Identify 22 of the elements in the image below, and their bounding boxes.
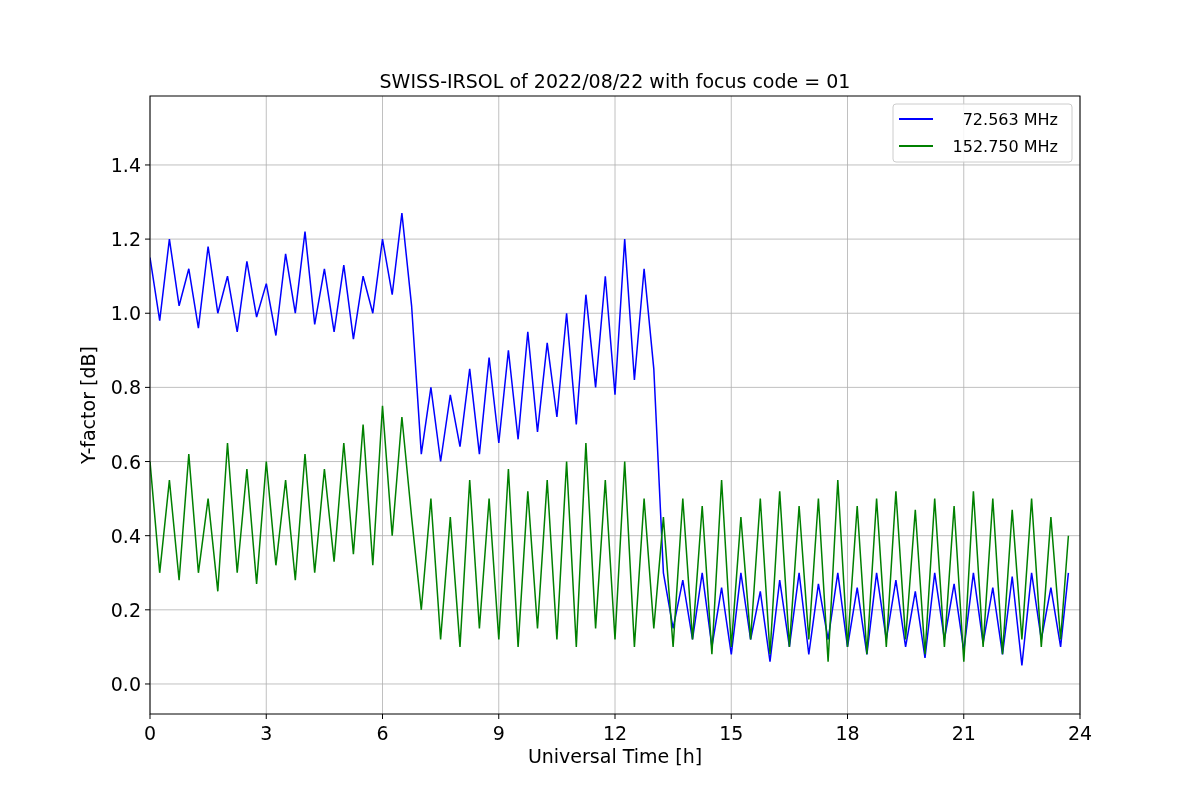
y-tick-label: 1.4 [110, 153, 141, 176]
y-tick-label: 0.6 [110, 450, 141, 473]
x-tick-label: 21 [951, 722, 976, 744]
y-tick-label: 0.4 [110, 524, 141, 547]
x-axis-label: Universal Time [h] [527, 745, 703, 767]
chart-title: SWISS-IRSOL of 2022/08/22 with focus code = 01 [379, 70, 851, 92]
y-axis-label: Y-factor [dB] [77, 346, 99, 464]
x-tick-label: 0 [143, 722, 157, 744]
x-tick-label: 6 [376, 722, 389, 744]
y-tick-label: 0.2 [110, 598, 141, 621]
x-tick-label: 9 [492, 722, 505, 744]
y-tick-label: 0.8 [110, 376, 141, 399]
y-tick-label: 0.0 [110, 672, 141, 695]
legend-label: 152.750 MHz [952, 137, 1058, 156]
x-tick-label: 12 [602, 722, 628, 744]
x-tick-label: 3 [260, 722, 273, 744]
x-tick-label: 18 [835, 722, 860, 744]
x-tick-label: 24 [1067, 722, 1093, 744]
legend-label: 72.563 MHz [962, 110, 1058, 129]
y-tick-label: 1.2 [110, 228, 141, 251]
y-tick-label: 1.0 [110, 302, 141, 325]
x-tick-label: 15 [719, 722, 744, 744]
